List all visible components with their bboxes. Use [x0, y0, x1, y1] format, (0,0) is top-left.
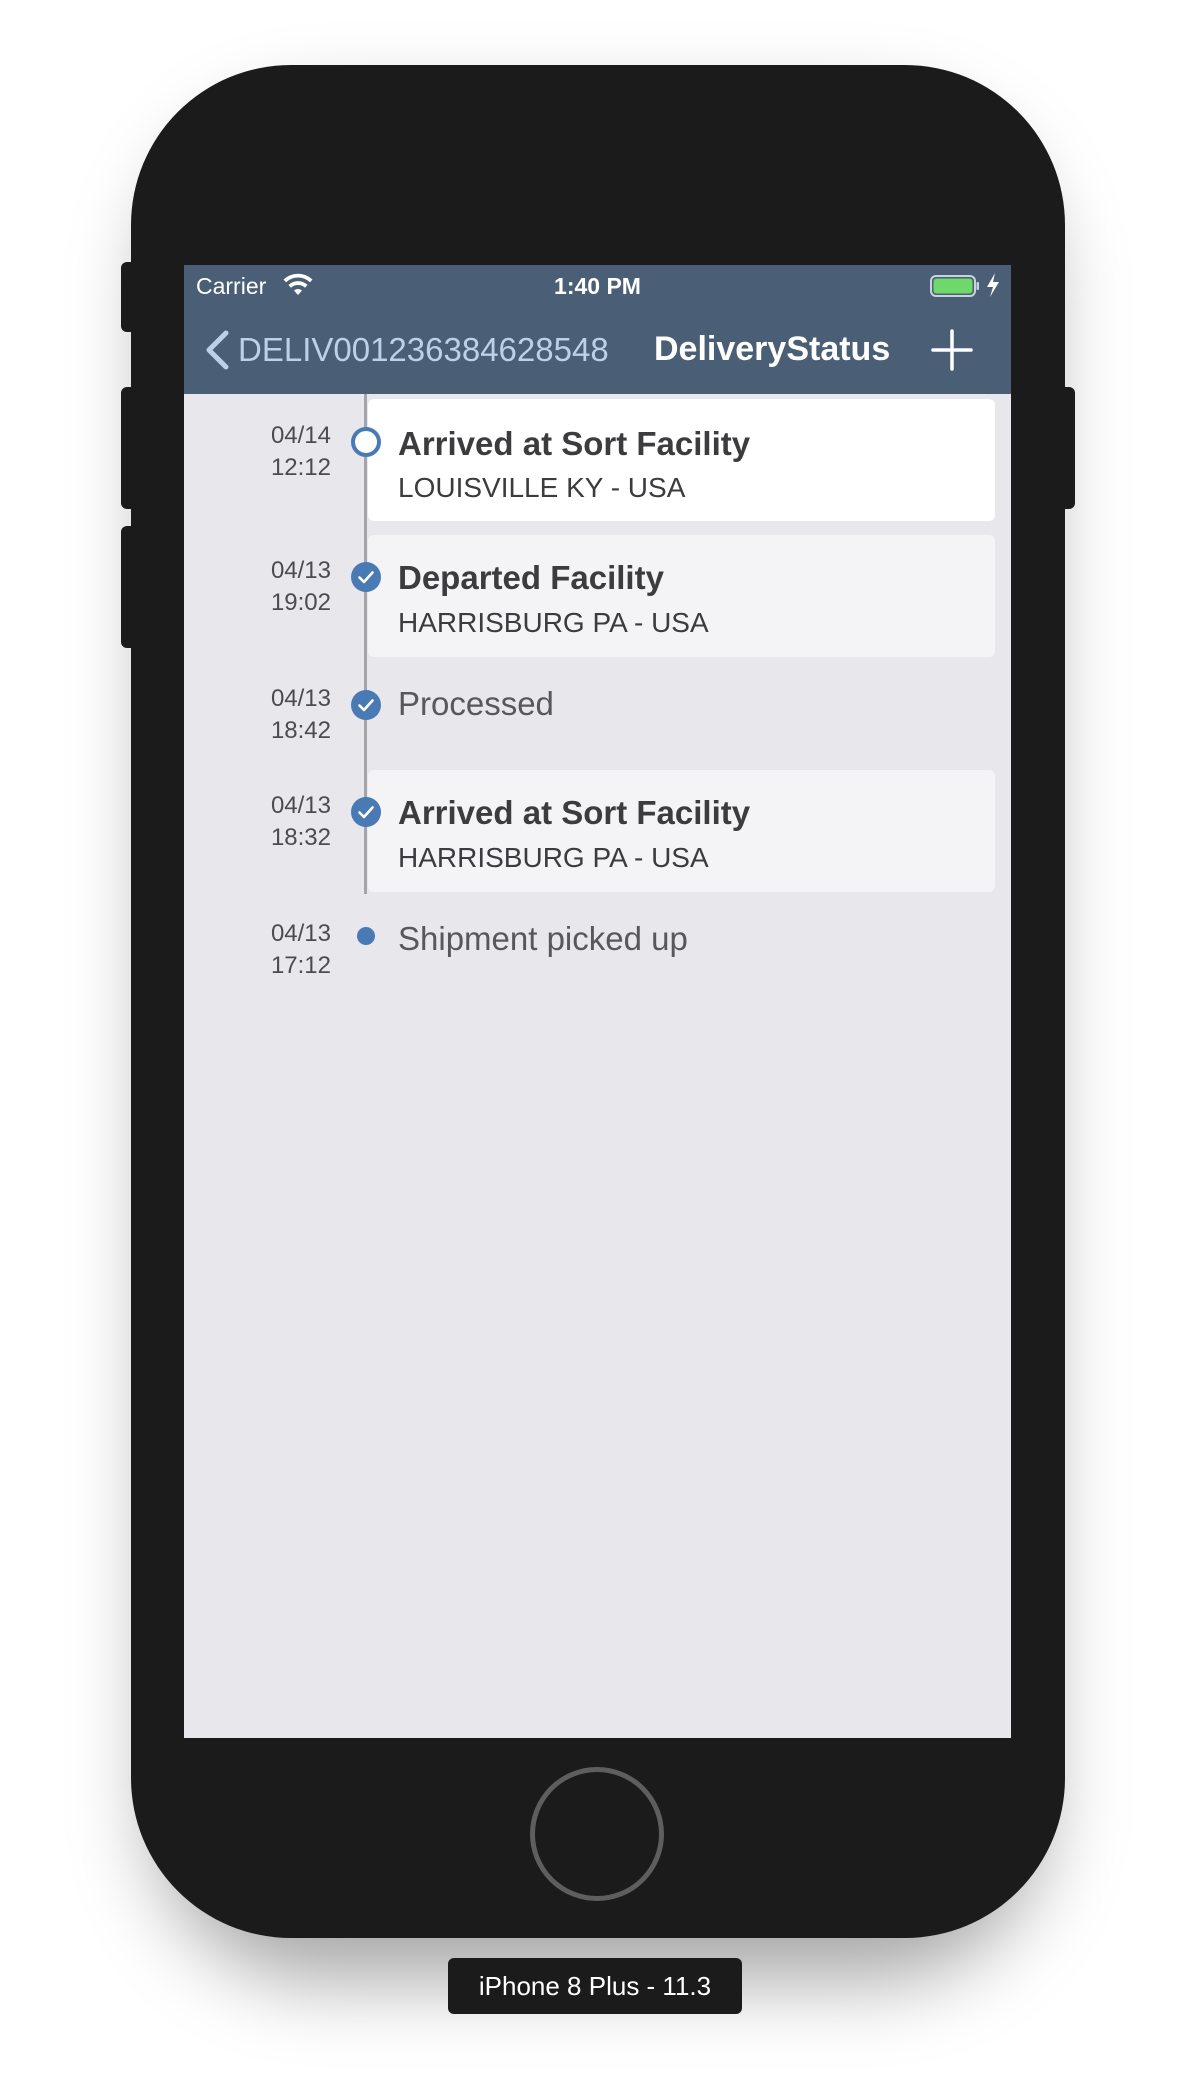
event-title: Arrived at Sort Facility — [398, 794, 751, 831]
event-date: 04/13 17:12 — [270, 920, 331, 979]
event-title: Arrived at Sort Facility — [398, 425, 751, 462]
event-location: HARRISBURG PA - USA — [398, 607, 709, 638]
page-title: DeliveryStatus — [654, 330, 891, 368]
status-time: 1:40 PM — [554, 273, 641, 299]
charging-bolt-icon — [987, 273, 999, 297]
phone-screen: Carrier 1:40 PM DELIV001236384628548 Del… — [184, 265, 1011, 1738]
home-button[interactable] — [530, 1767, 664, 1901]
check-circle-icon — [351, 562, 381, 592]
event-date: 04/13 18:32 — [270, 792, 331, 851]
back-label: DELIV001236384628548 — [238, 330, 609, 368]
event-location: LOUISVILLE KY - USA — [398, 472, 686, 503]
event-date: 04/14 12:12 — [270, 422, 331, 481]
event-title: Departed Facility — [398, 559, 664, 596]
event-title: Shipment picked up — [398, 920, 688, 957]
event-date: 04/13 18:42 — [270, 685, 331, 744]
device-label: iPhone 8 Plus - 11.3 — [448, 1958, 742, 2014]
check-circle-icon — [351, 797, 381, 827]
dot-icon — [357, 927, 375, 945]
event-title: Processed — [398, 685, 554, 722]
navigation-bar: DELIV001236384628548 DeliveryStatus — [184, 305, 1011, 394]
app-header: Carrier 1:40 PM DELIV001236384628548 Del… — [184, 265, 1011, 394]
status-bar: Carrier 1:40 PM — [184, 265, 1011, 305]
battery-icon — [930, 275, 979, 297]
back-button[interactable]: DELIV001236384628548 — [204, 305, 609, 394]
chevron-left-icon — [206, 330, 229, 369]
empty-circle-icon — [351, 427, 381, 457]
event-date: 04/13 19:02 — [270, 557, 331, 616]
simulator-stage: Carrier 1:40 PM DELIV001236384628548 Del… — [0, 0, 1196, 2100]
check-circle-icon — [351, 690, 381, 720]
event-location: HARRISBURG PA - USA — [398, 842, 709, 873]
plus-icon[interactable] — [929, 327, 975, 373]
